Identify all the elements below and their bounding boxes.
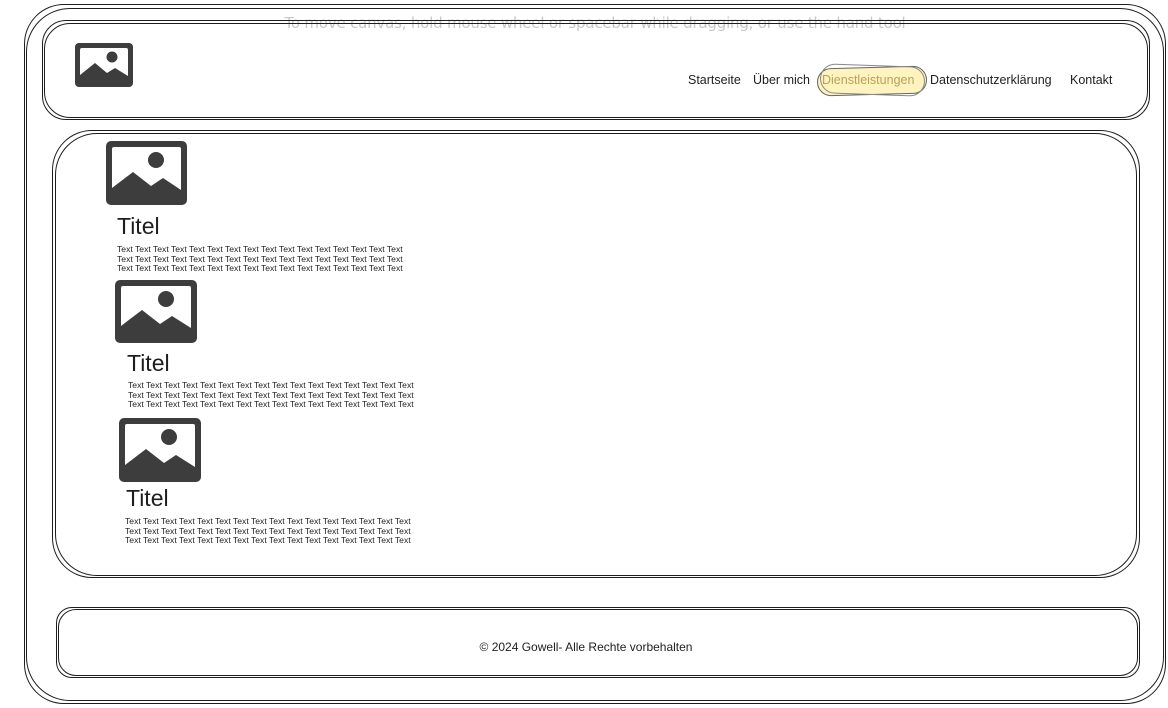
content-frame-stroke [55, 133, 1137, 576]
card-2-title: Titel [127, 350, 170, 376]
card-3-line-1: Text Text Text Text Text Text Text Text … [125, 516, 411, 526]
nav-item-startseite[interactable]: Startseite [688, 73, 741, 87]
nav-item-dienstleistungen[interactable]: Dienstleistungen [822, 73, 914, 87]
header-frame-stroke [44, 23, 1148, 118]
card-2-image-placeholder-icon [115, 280, 197, 343]
card-2-line-1: Text Text Text Text Text Text Text Text … [128, 380, 414, 390]
card-3-image-placeholder-icon [119, 418, 201, 482]
card-1-line-3: Text Text Text Text Text Text Text Text … [117, 263, 403, 273]
logo-image-placeholder-icon[interactable] [74, 42, 134, 88]
card-3-title: Titel [126, 485, 169, 511]
footer-copyright: © 2024 Gowell- Alle Rechte vorbehalten [479, 640, 693, 654]
nav-item-ueber-mich[interactable]: Über mich [753, 73, 810, 87]
nav-item-kontakt[interactable]: Kontakt [1070, 73, 1112, 87]
nav-item-datenschutzerklaerung[interactable]: Datenschutzerklärung [930, 73, 1052, 87]
card-1-title: Titel [117, 213, 160, 239]
card-2-line-3: Text Text Text Text Text Text Text Text … [128, 399, 414, 409]
card-3-line-3: Text Text Text Text Text Text Text Text … [125, 535, 411, 545]
card-1-line-1: Text Text Text Text Text Text Text Text … [117, 244, 403, 254]
card-1-image-placeholder-icon [106, 141, 187, 205]
